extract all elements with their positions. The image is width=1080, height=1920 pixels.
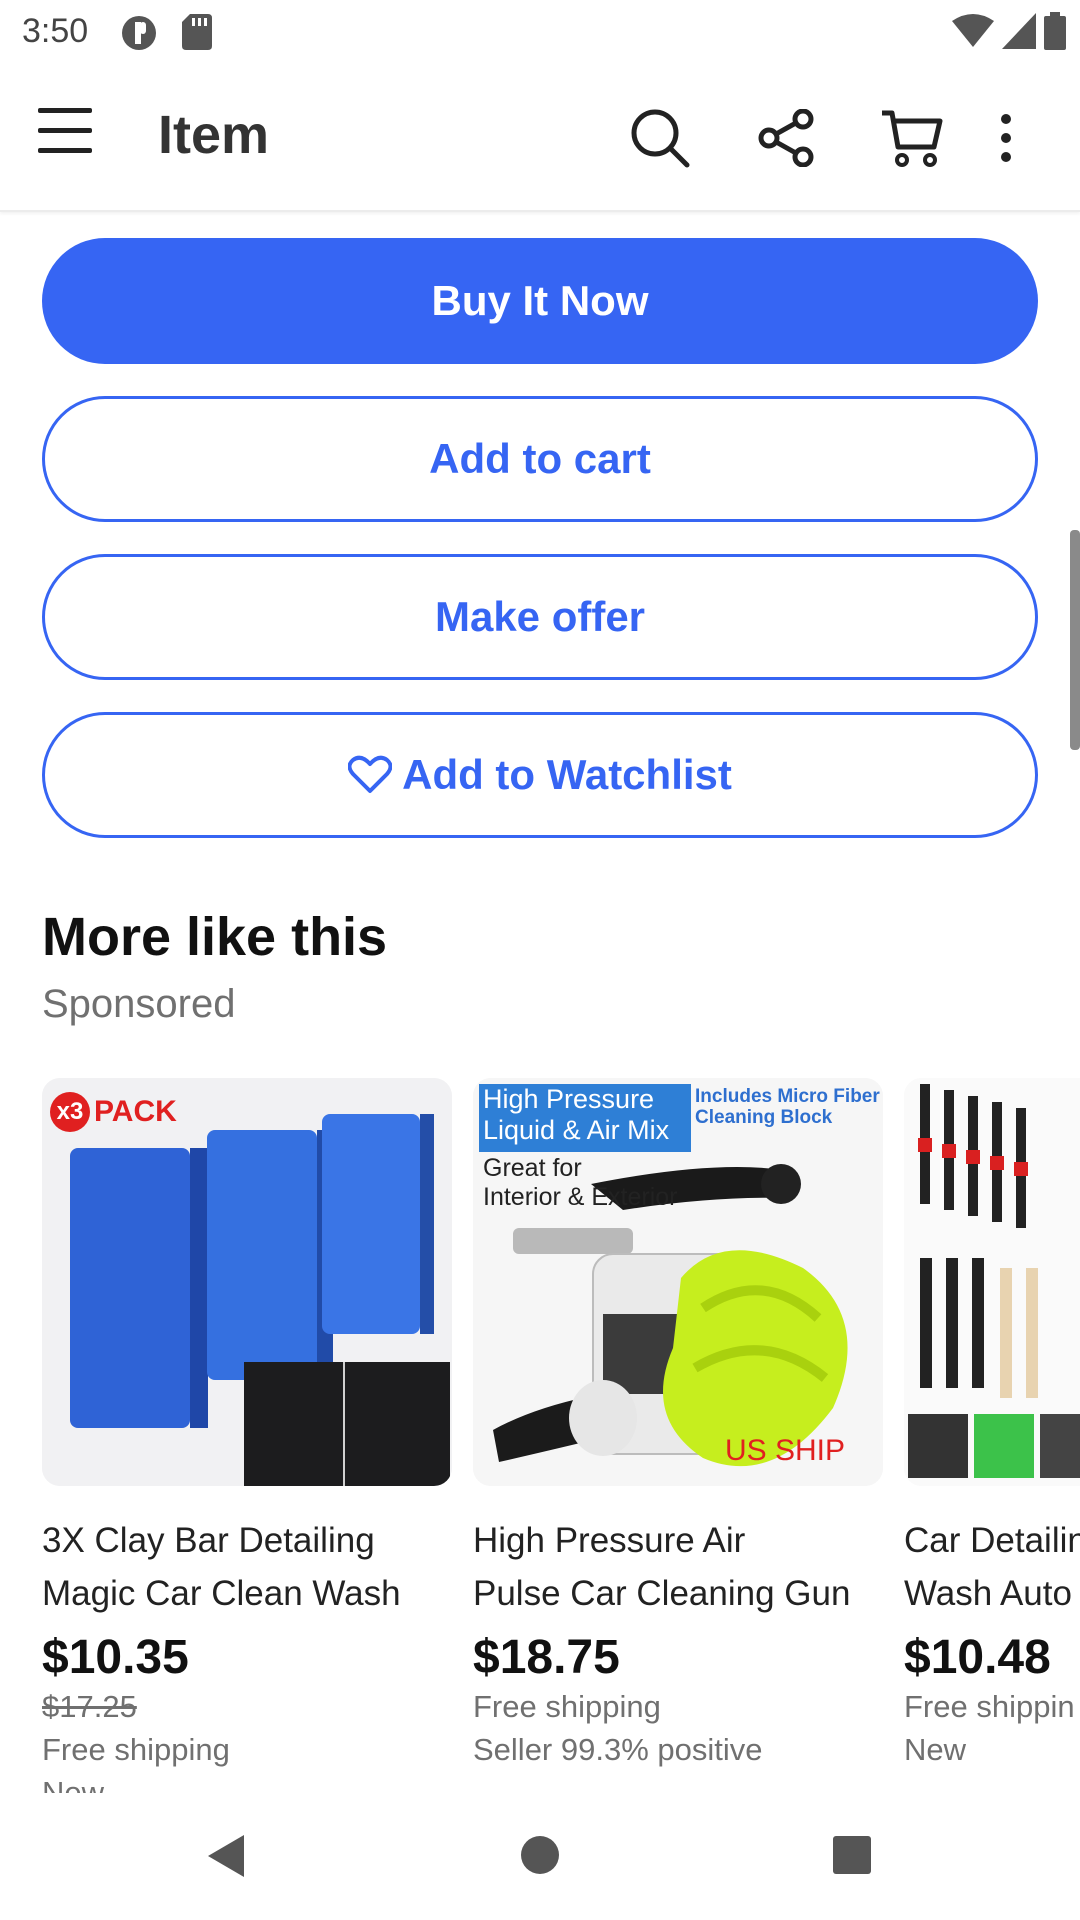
make-offer-button[interactable]: Make offer [42,554,1038,680]
share-icon [758,109,814,167]
status-bar: 3:50 [0,0,1080,64]
back-button[interactable] [206,1833,246,1884]
scrollbar-thumb[interactable] [1070,530,1080,750]
home-button[interactable] [520,1835,560,1880]
product-shipping: Free shippin [904,1689,1075,1724]
search-icon [631,109,690,168]
product-title-line: Pulse Car Cleaning Gun [473,1574,851,1613]
hamburger-menu-icon [38,108,92,153]
data-saver-icon [120,14,158,57]
image-text: Liquid & Air Mix [483,1115,670,1145]
recents-button[interactable] [832,1835,872,1880]
image-text-overlay: Great for Interior & Exterior [483,1154,678,1212]
product-shipping: Free shipping [42,1732,230,1767]
product-original-price: $17.25 [42,1689,137,1724]
product-title-line: High Pressure Air [473,1521,746,1560]
overflow-menu-button[interactable] [984,100,1028,176]
product-price: $10.35 [42,1631,189,1684]
product-title-line: 3X Clay Bar Detailing [42,1521,375,1560]
add-to-watchlist-label: Add to Watchlist [402,751,732,798]
buy-it-now-button[interactable]: Buy It Now [42,238,1038,364]
more-vertical-icon [1001,114,1011,162]
make-offer-label: Make offer [434,593,646,640]
recents-square-icon [833,1836,871,1874]
product-condition: New [42,1775,105,1793]
status-right [952,12,1066,55]
product-card[interactable]: Car Detailin Wash Auto $10.48 Free shipp… [904,1078,1080,1771]
product-title: 3X Clay Bar Detailing Magic Car Clean Wa… [42,1514,452,1620]
product-card[interactable]: x3 PACK 3X Clay Bar Detailing Magic Car … [42,1078,452,1793]
product-title: High Pressure Air Pulse Car Cleaning Gun [473,1514,883,1620]
share-button[interactable] [748,100,824,176]
product-shipping: Free shipping [473,1689,661,1724]
product-title-line: Car Detailin [904,1521,1080,1560]
sd-card-icon [182,14,212,55]
pack-badge-count: x3 [50,1092,90,1132]
page-title: Item [158,105,270,165]
product-price: $18.75 [473,1631,620,1684]
product-title: Car Detailin Wash Auto [904,1514,1080,1620]
add-to-cart-button[interactable]: Add to cart [42,396,1038,522]
signal-icon [1002,13,1036,54]
cart-button[interactable] [874,100,950,176]
cart-icon [882,110,943,167]
status-time: 3:50 [22,12,89,50]
add-to-watchlist-button[interactable]: Add to Watchlist [42,712,1038,838]
home-circle-icon [521,1836,559,1874]
add-to-cart-label: Add to cart [429,435,651,482]
pack-badge-text: PACK [94,1095,177,1128]
product-seller-rating: Seller 99.3% positive [473,1732,763,1767]
product-image [904,1078,1080,1486]
search-button[interactable] [622,100,698,176]
product-image: x3 PACK [42,1078,452,1486]
back-triangle-icon [208,1835,244,1877]
product-image: High Pressure Liquid & Air Mix Includes … [473,1078,883,1486]
app-bar: Item [0,64,1080,212]
image-text: Great for [483,1154,582,1182]
buy-it-now-label: Buy It Now [431,277,649,324]
product-title-line: Wash Auto [904,1574,1072,1613]
product-condition: New [904,1732,967,1767]
image-text: Interior & Exterior [483,1183,678,1211]
section-title: More like this [42,907,388,967]
battery-icon [1044,12,1066,55]
image-text: Includes Micro Fiber Cleaning Block [695,1086,880,1128]
image-text: High Pressure [483,1084,655,1114]
product-card[interactable]: High Pressure Liquid & Air Mix Includes … [473,1078,883,1771]
product-price: $10.48 [904,1631,1051,1684]
system-nav-bar [0,1793,1080,1920]
pack-badge: x3 PACK [50,1092,177,1132]
heart-icon [348,755,393,793]
product-carousel[interactable]: x3 PACK 3X Clay Bar Detailing Magic Car … [0,1078,1080,1793]
image-text-overlay: High Pressure Liquid & Air Mix [483,1084,669,1146]
wifi-icon [952,13,994,54]
menu-button[interactable] [38,106,110,168]
image-text: US SHIP [725,1434,846,1467]
sponsored-label: Sponsored [42,982,236,1026]
product-title-line: Magic Car Clean Wash [42,1574,401,1613]
